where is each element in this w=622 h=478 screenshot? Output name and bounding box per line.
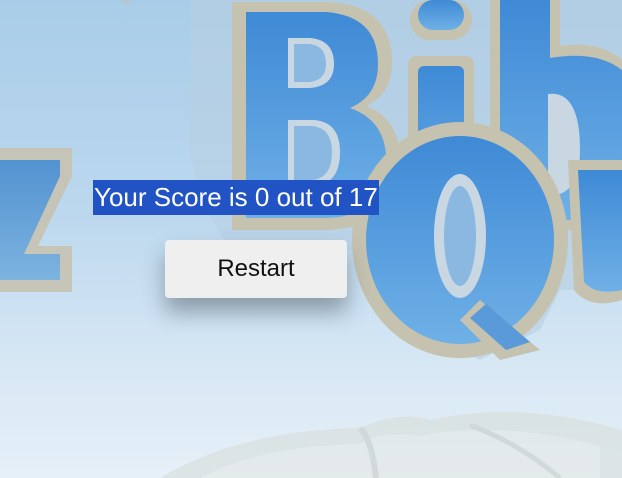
letter-u (568, 160, 622, 304)
letter-z-fragment (0, 148, 72, 292)
restart-button[interactable]: Restart (165, 240, 347, 298)
open-book-icon (160, 412, 622, 478)
bible-quiz-logo-icon (0, 0, 622, 478)
score-text: Your Score is 0 out of 17 (93, 180, 379, 215)
